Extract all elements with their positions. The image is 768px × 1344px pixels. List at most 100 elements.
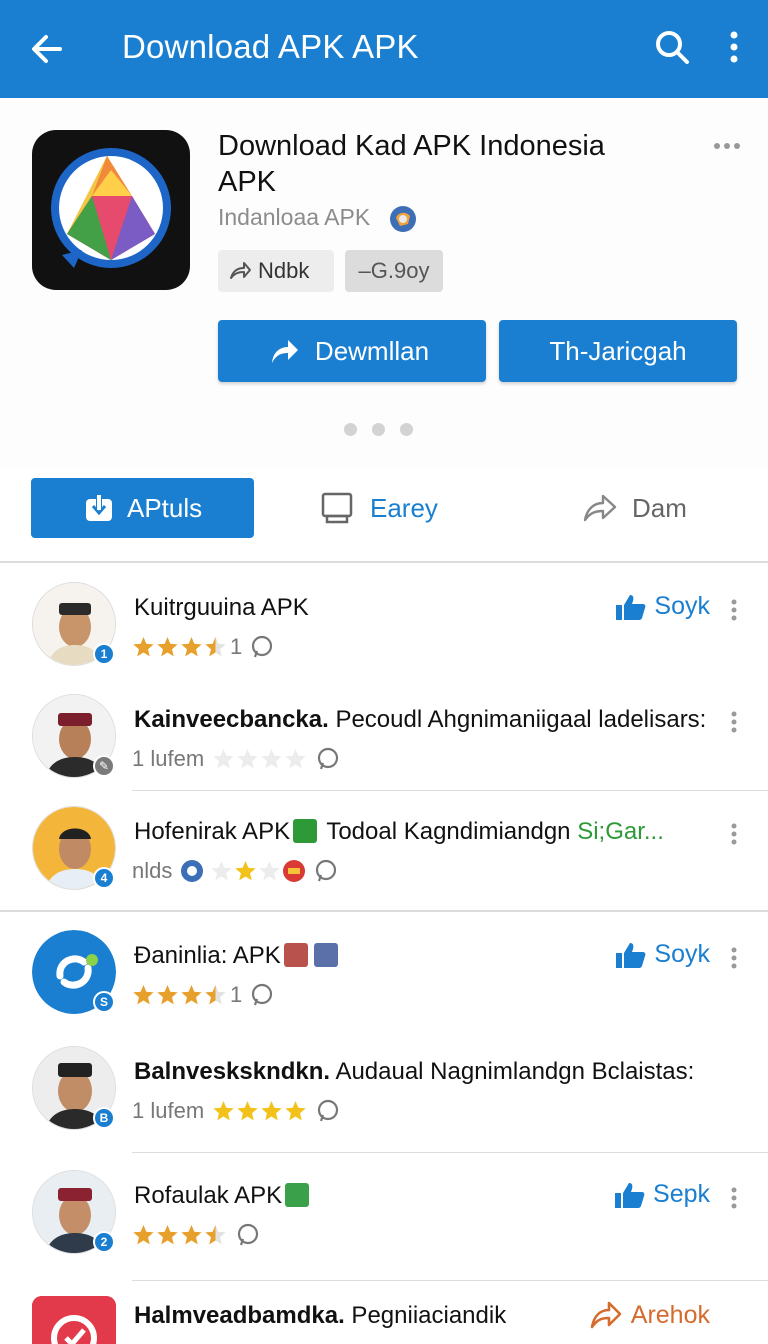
- avatar: [32, 1296, 116, 1344]
- app-download-icon: [86, 494, 112, 521]
- star-icon: [235, 861, 257, 881]
- share-chip[interactable]: Ndbk: [218, 250, 334, 292]
- star-icon: [133, 637, 154, 657]
- more-vertical-icon[interactable]: [730, 946, 738, 970]
- item-title: Đaninlia: APK: [134, 942, 341, 970]
- tab-earey[interactable]: Earey: [320, 478, 470, 538]
- item-title-bold: Halmveadbamdka.: [134, 1302, 345, 1329]
- star-icon: [261, 749, 282, 769]
- item-title: Balnveskskndkn. Audaual Nagnimlandgn Bcl…: [134, 1058, 694, 1086]
- star-icon: [211, 861, 233, 881]
- sticker-icon: [283, 860, 306, 882]
- like-button[interactable]: Sepk: [613, 1180, 710, 1209]
- share-arrow-icon: [272, 340, 298, 363]
- star-icon: [285, 749, 306, 769]
- share-icon: [230, 262, 251, 279]
- avatar-badge: ✎: [93, 755, 115, 777]
- divider: [132, 1280, 768, 1281]
- tab-dam-label: Dam: [632, 493, 687, 523]
- tab-apps-label: APtuls: [127, 493, 203, 523]
- star-icon: [261, 1101, 282, 1121]
- divider: [0, 910, 768, 912]
- star-half-icon: [205, 1225, 226, 1245]
- item-title-text: Đaninlia: APK: [134, 942, 281, 969]
- meta-text: nlds: [132, 858, 173, 883]
- like-button[interactable]: Soyk: [614, 940, 710, 969]
- list-item[interactable]: 4 Hofenirak APK Todoal Kagndimiandgn Si;…: [0, 792, 768, 904]
- divider: [132, 1152, 768, 1153]
- list-item[interactable]: Halmveadbamdka. Pegniiaciandik Arehok: [0, 1282, 768, 1344]
- app-bar-title: Download APK APK: [122, 28, 419, 65]
- star-icon: [181, 1225, 202, 1245]
- star-icon: [181, 637, 202, 657]
- item-title: Kuitrguuina APK: [134, 594, 309, 621]
- meta-text: 1 lufem: [132, 1098, 205, 1123]
- list-item[interactable]: B Balnveskskndkn. Audaual Nagnimlandgn B…: [0, 1032, 768, 1144]
- star-icon: [285, 1101, 306, 1121]
- avatar-badge: 2: [93, 1231, 115, 1253]
- avatar-badge: B: [93, 1107, 115, 1129]
- item-title: Rofaulak APK: [134, 1182, 312, 1210]
- avatar-badge: 1: [93, 643, 115, 665]
- like-label: Soyk: [654, 940, 710, 968]
- more-vertical-icon[interactable]: [730, 822, 738, 846]
- more-horizontal-icon[interactable]: [712, 136, 742, 156]
- tab-apps[interactable]: APtuls: [31, 478, 254, 538]
- star-icon: [157, 637, 178, 657]
- item-title: Hofenirak APK Todoal Kagndimiandgn Si;Ga…: [134, 818, 664, 846]
- star-icon: [157, 985, 178, 1005]
- star-icon: [133, 985, 154, 1005]
- rating: 1: [132, 634, 274, 660]
- list-item[interactable]: 2 Rofaulak APK Sepk: [0, 1156, 768, 1268]
- comment-icon: [318, 1099, 339, 1122]
- star-icon: [213, 749, 234, 769]
- star-icon: [237, 749, 258, 769]
- rating: nlds: [132, 858, 338, 884]
- sticker-icon: [293, 819, 318, 843]
- like-button[interactable]: Soyk: [614, 592, 710, 621]
- secondary-button[interactable]: Th-Jaricgah: [499, 320, 737, 382]
- star-icon: [181, 985, 202, 1005]
- item-title: Halmveadbamdka. Pegniiaciandik: [134, 1302, 506, 1330]
- page-indicator: [344, 423, 428, 441]
- developer-name[interactable]: Indanloaa APK: [218, 204, 370, 231]
- tab-earey-label: Earey: [370, 493, 438, 523]
- list-item[interactable]: ✎ Kainveecbancka. Pecoudl Ahgnimaniigaal…: [0, 680, 768, 792]
- rating: 1 lufem: [132, 1098, 340, 1124]
- comment-icon: [237, 1223, 259, 1246]
- list-item[interactable]: S Đaninlia: APK 1 Soyk: [0, 916, 768, 1028]
- search-icon[interactable]: [652, 27, 692, 67]
- share-button[interactable]: Arehok: [589, 1300, 710, 1330]
- more-vertical-icon[interactable]: [730, 598, 738, 622]
- star-half-icon: [205, 637, 226, 657]
- star-icon: [133, 1225, 154, 1245]
- comment-icon: [318, 747, 339, 770]
- more-vertical-icon[interactable]: [730, 1186, 738, 1210]
- item-title-rest: Pegniiaciandik: [344, 1302, 507, 1329]
- sticker-icon: [283, 943, 308, 967]
- item-title: Kainveecbancka. Pecoudl Ahgnimaniigaal l…: [134, 706, 706, 734]
- tab-dam[interactable]: Dam: [582, 478, 722, 538]
- tab-bar: APtuls Earey Dam: [0, 468, 768, 560]
- sticker-icon: [285, 1183, 310, 1207]
- share-label: Arehok: [630, 1300, 710, 1329]
- rating-count: 1: [230, 634, 243, 659]
- comment-icon: [252, 635, 273, 658]
- like-label: Sepk: [653, 1180, 710, 1208]
- thumbs-up-icon: [616, 594, 646, 620]
- download-button[interactable]: Dewmllan: [218, 320, 486, 382]
- list-item[interactable]: 1 Kuitrguuina APK 1 Soyk: [0, 568, 768, 680]
- more-vertical-icon[interactable]: [722, 27, 746, 67]
- developer-badge-icon: [390, 206, 416, 232]
- thumbs-up-icon: [616, 942, 646, 968]
- star-icon: [157, 1225, 178, 1245]
- item-title-rest: Todoal Kagndimiandgn: [320, 818, 578, 845]
- badge-icon: [181, 860, 204, 882]
- item-title-bold: Hofenirak APK: [134, 818, 291, 845]
- arrow-left-icon[interactable]: [26, 28, 68, 70]
- item-title-bold: Kainveecbancka.: [134, 706, 329, 733]
- rating: 1: [132, 982, 274, 1008]
- rating-count: 1: [230, 982, 243, 1007]
- more-vertical-icon[interactable]: [730, 710, 738, 734]
- item-title-green: Si;Gar...: [577, 818, 664, 845]
